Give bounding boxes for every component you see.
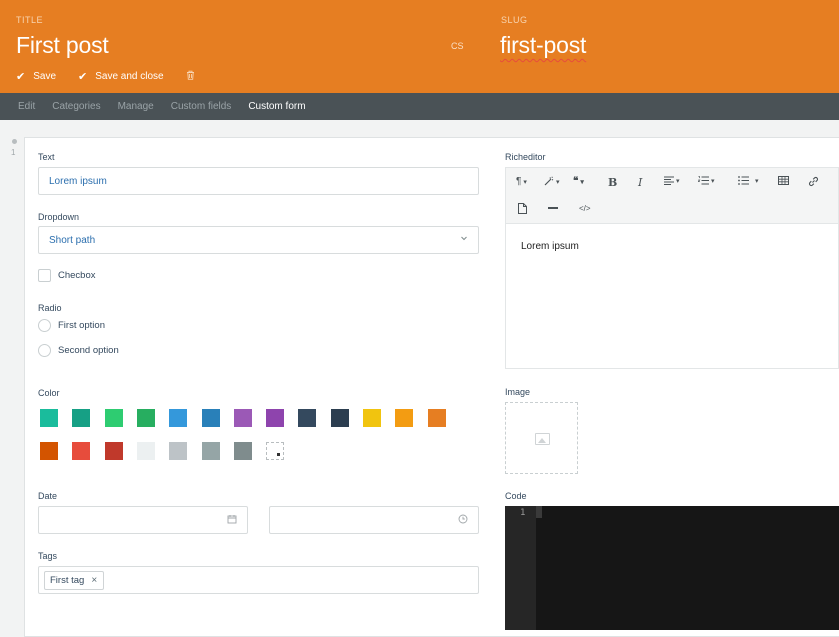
richeditor-toolbar: ¶ ▾ ▾ ❝ ▾ B I ▾ ▾ ▾ </> xyxy=(505,167,839,223)
title-label: TITLE xyxy=(16,15,44,25)
color-swatch[interactable] xyxy=(137,409,155,427)
color-swatch[interactable] xyxy=(234,442,252,460)
tab-edit[interactable]: Edit xyxy=(18,101,35,112)
tab-bar: Edit Categories Manage Custom fields Cus… xyxy=(0,93,839,120)
radio-button[interactable] xyxy=(38,344,51,357)
time-input[interactable] xyxy=(269,506,479,534)
check-icon: ✔ xyxy=(78,71,88,83)
magic-wand-icon[interactable]: ▾ xyxy=(543,176,560,187)
color-label: Color xyxy=(38,388,60,398)
text-input[interactable]: Lorem ipsum xyxy=(38,167,479,195)
color-swatch[interactable] xyxy=(266,409,284,427)
color-swatch[interactable] xyxy=(105,409,123,427)
table-icon[interactable] xyxy=(778,176,789,185)
radio-option-label: Second option xyxy=(58,345,119,356)
header-bar: TITLE First post CS SLUG first-post ✔ Sa… xyxy=(0,0,839,93)
color-swatch[interactable] xyxy=(72,442,90,460)
color-swatch[interactable] xyxy=(298,409,316,427)
color-swatch[interactable] xyxy=(105,442,123,460)
tags-label: Tags xyxy=(38,551,58,561)
clock-icon xyxy=(458,514,468,527)
date-label: Date xyxy=(38,491,58,501)
quote-icon[interactable]: ❝ ▾ xyxy=(573,176,584,187)
color-swatch[interactable] xyxy=(202,409,220,427)
link-icon[interactable] xyxy=(808,176,819,187)
radio-button[interactable] xyxy=(38,319,51,332)
color-swatch[interactable] xyxy=(428,409,446,427)
tags-input[interactable]: First tag × xyxy=(38,566,479,594)
color-swatch[interactable] xyxy=(331,409,349,427)
checkbox-row[interactable]: Checbox xyxy=(38,269,96,282)
close-icon[interactable]: × xyxy=(91,575,97,586)
color-swatch[interactable] xyxy=(72,409,90,427)
bold-icon[interactable]: B xyxy=(608,176,617,189)
color-swatch[interactable] xyxy=(202,442,220,460)
tab-manage[interactable]: Manage xyxy=(118,101,154,112)
color-swatch[interactable] xyxy=(395,409,413,427)
color-swatch[interactable] xyxy=(169,409,187,427)
tag-chip: First tag × xyxy=(44,571,105,590)
checkbox[interactable] xyxy=(38,269,51,282)
italic-icon[interactable]: I xyxy=(638,176,642,189)
unordered-list-icon[interactable]: ▾ xyxy=(738,176,759,185)
color-swatch-transparent[interactable] xyxy=(266,442,284,460)
text-input-value: Lorem ipsum xyxy=(49,175,107,187)
dropdown-label: Dropdown xyxy=(38,212,80,222)
checkbox-label: Checbox xyxy=(58,270,96,281)
slug-input[interactable]: first-post xyxy=(500,32,586,59)
ordered-list-icon[interactable]: ▾ xyxy=(698,176,715,185)
tab-categories[interactable]: Categories xyxy=(52,101,100,112)
image-label: Image xyxy=(505,387,531,397)
paragraph-icon[interactable]: ¶ ▾ xyxy=(516,176,527,187)
text-label: Text xyxy=(38,152,55,162)
color-swatch[interactable] xyxy=(40,409,58,427)
check-icon: ✔ xyxy=(16,71,26,83)
radio-option-first[interactable]: First option xyxy=(38,319,105,332)
save-and-close-button[interactable]: ✔ Save and close xyxy=(78,70,164,83)
drag-handle[interactable] xyxy=(12,139,17,144)
code-editor[interactable]: 1 xyxy=(505,506,839,630)
radio-option-label: First option xyxy=(58,320,105,331)
save-button[interactable]: ✔ Save xyxy=(16,70,56,83)
save-and-close-label: Save and close xyxy=(95,71,164,82)
transparent-marker xyxy=(277,453,280,456)
date-input[interactable] xyxy=(38,506,248,534)
row-number: 1 xyxy=(11,148,16,157)
richeditor-text: Lorem ipsum xyxy=(521,241,579,252)
color-swatch[interactable] xyxy=(137,442,155,460)
color-swatch[interactable] xyxy=(40,442,58,460)
code-view-icon[interactable]: </> xyxy=(579,204,591,213)
color-swatch[interactable] xyxy=(234,409,252,427)
code-cursor-line xyxy=(536,506,542,518)
dropdown-value: Short path xyxy=(49,234,96,246)
file-icon[interactable] xyxy=(518,203,527,214)
language-code[interactable]: CS xyxy=(451,41,464,51)
color-swatch[interactable] xyxy=(363,409,381,427)
line-number: 1 xyxy=(520,508,526,518)
image-upload[interactable] xyxy=(505,402,578,474)
calendar-icon xyxy=(227,514,237,527)
dropdown-select[interactable]: Short path xyxy=(38,226,479,254)
code-gutter: 1 xyxy=(505,506,536,630)
tab-custom-form[interactable]: Custom form xyxy=(248,101,305,112)
code-label: Code xyxy=(505,491,527,501)
tab-custom-fields[interactable]: Custom fields xyxy=(171,101,232,112)
radio-label: Radio xyxy=(38,303,62,313)
richeditor-label: Richeditor xyxy=(505,152,546,162)
richeditor-content[interactable]: Lorem ipsum xyxy=(505,223,839,369)
slug-value: first-post xyxy=(500,32,587,58)
color-swatch[interactable] xyxy=(169,442,187,460)
horizontal-rule-icon[interactable] xyxy=(548,206,558,210)
tag-label: First tag xyxy=(50,575,85,586)
save-label: Save xyxy=(33,71,57,82)
title-input[interactable]: First post xyxy=(16,32,109,59)
slug-label: SLUG xyxy=(501,15,528,25)
image-icon xyxy=(535,433,550,445)
header-actions: ✔ Save ✔ Save and close xyxy=(16,70,195,83)
chevron-down-icon xyxy=(460,234,468,244)
align-icon[interactable]: ▾ xyxy=(664,176,680,185)
trash-icon[interactable] xyxy=(186,70,195,83)
radio-option-second[interactable]: Second option xyxy=(38,344,119,357)
